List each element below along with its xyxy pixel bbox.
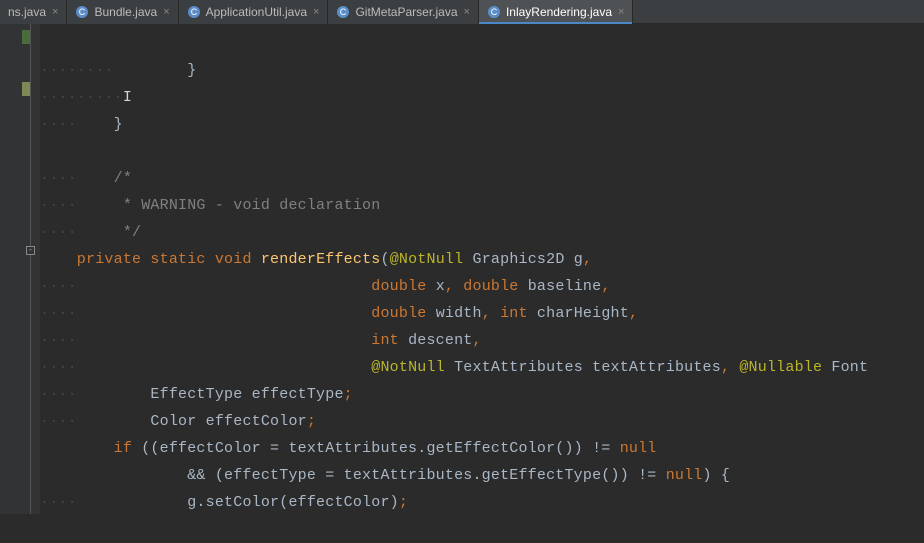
tab-ns[interactable]: ns.java × xyxy=(0,0,67,24)
tab-label: InlayRendering.java xyxy=(506,5,612,19)
class-icon: C xyxy=(487,5,501,19)
tab-applicationutil[interactable]: C ApplicationUtil.java × xyxy=(179,0,329,24)
keyword: private xyxy=(40,251,141,268)
param: textAttributes xyxy=(592,359,721,376)
keyword: void xyxy=(215,251,252,268)
svg-text:C: C xyxy=(340,7,347,17)
type: TextAttributes xyxy=(454,359,583,376)
code-text: } xyxy=(77,116,123,133)
class-icon: C xyxy=(336,5,350,19)
svg-text:C: C xyxy=(491,7,498,17)
expr: ((effectColor = textAttributes.getEffect… xyxy=(132,440,620,457)
code-text: } xyxy=(114,62,197,79)
type: Graphics2D xyxy=(473,251,565,268)
caret-icon: I xyxy=(123,89,132,106)
punct: , xyxy=(601,278,610,295)
pad xyxy=(77,359,371,376)
param: x xyxy=(436,278,445,295)
keyword: static xyxy=(150,251,205,268)
code-editor[interactable]: ········ } ·········I ···· } ···· /* ···… xyxy=(40,24,868,514)
close-icon[interactable]: × xyxy=(163,6,169,18)
expr: && (effectType = textAttributes.getEffec… xyxy=(40,467,666,484)
brace: ) { xyxy=(703,467,731,484)
close-icon[interactable]: × xyxy=(618,6,624,18)
class-icon: C xyxy=(187,5,201,19)
comment-text: /* xyxy=(77,170,132,187)
param: charHeight xyxy=(537,305,629,322)
keyword: null xyxy=(666,467,703,484)
punct: , xyxy=(482,305,491,322)
pad xyxy=(77,305,371,322)
keyword: null xyxy=(620,440,657,457)
close-icon[interactable]: × xyxy=(313,6,319,18)
keyword: double xyxy=(463,278,518,295)
editor-area: - ········ } ·········I ···· } ···· /* ·… xyxy=(0,24,924,514)
tab-gitmetaparser[interactable]: C GitMetaParser.java × xyxy=(328,0,478,24)
punct: ; xyxy=(344,386,353,403)
pad xyxy=(77,278,371,295)
punct: ( xyxy=(380,251,389,268)
fold-guide xyxy=(30,24,31,514)
punct: , xyxy=(445,278,454,295)
method-name: renderEffects xyxy=(261,251,381,268)
tab-inlayrendering[interactable]: C InlayRendering.java × xyxy=(479,0,634,24)
stmt: g.setColor(effectColor) xyxy=(77,494,399,511)
editor-tabs: ns.java × C Bundle.java × C ApplicationU… xyxy=(0,0,924,24)
tab-active-underline xyxy=(479,22,633,24)
keyword: if xyxy=(40,440,132,457)
stmt: Color effectColor xyxy=(77,413,307,430)
punct: , xyxy=(629,305,638,322)
svg-text:C: C xyxy=(190,7,197,17)
annotation: @NotNull xyxy=(390,251,464,268)
param: descent xyxy=(408,332,472,349)
fold-toggle-icon[interactable]: - xyxy=(26,246,35,255)
param: g xyxy=(574,251,583,268)
close-icon[interactable]: × xyxy=(464,6,470,18)
close-icon[interactable]: × xyxy=(52,6,58,18)
keyword: double xyxy=(371,305,426,322)
keyword: int xyxy=(371,332,399,349)
vcs-change-marker[interactable] xyxy=(22,30,30,44)
vcs-change-marker[interactable] xyxy=(22,82,30,96)
class-icon: C xyxy=(75,5,89,19)
tab-label: ns.java xyxy=(8,5,46,19)
comment-text: * WARNING - void declaration xyxy=(77,197,381,214)
param: width xyxy=(436,305,482,322)
punct: , xyxy=(583,251,592,268)
punct: ; xyxy=(399,494,408,511)
tab-label: Bundle.java xyxy=(94,5,157,19)
annotation: @Nullable xyxy=(739,359,822,376)
annotation: @NotNull xyxy=(371,359,445,376)
stmt: EffectType effectType xyxy=(77,386,344,403)
tab-label: GitMetaParser.java xyxy=(355,5,457,19)
tab-bundle[interactable]: C Bundle.java × xyxy=(67,0,178,24)
comment-text: */ xyxy=(77,224,141,241)
param: baseline xyxy=(528,278,602,295)
type: Font xyxy=(831,359,868,376)
svg-text:C: C xyxy=(79,7,86,17)
keyword: int xyxy=(500,305,528,322)
tab-label: ApplicationUtil.java xyxy=(206,5,307,19)
punct: , xyxy=(473,332,482,349)
punct: , xyxy=(721,359,730,376)
pad xyxy=(77,332,371,349)
punct: ; xyxy=(307,413,316,430)
gutter[interactable]: - xyxy=(0,24,40,514)
keyword: double xyxy=(371,278,426,295)
